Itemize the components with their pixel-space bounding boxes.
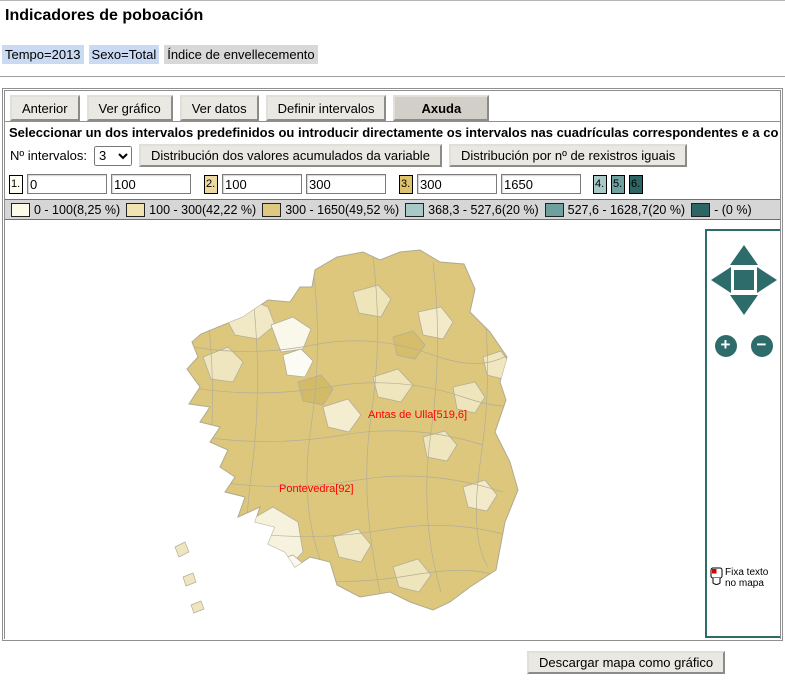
filter-indicator[interactable]: Índice de envellecemento [164, 45, 317, 64]
pan-right-icon [757, 267, 777, 293]
intervals-instruction: Seleccionar un dos intervalos predefinid… [5, 122, 780, 142]
map-label-antas-de-ulla: Antas de Ulla[519,6] [368, 409, 467, 421]
toolbar: Anterior Ver gráfico Ver datos Definir i… [5, 91, 780, 122]
legend-label-5: 527,6 - 1628,7(20 %) [568, 203, 685, 217]
intervals-controls: Nº intervalos: 3 Distribución dos valore… [5, 142, 780, 169]
ver-grafico-button[interactable]: Ver gráfico [87, 95, 173, 121]
interval-3-to-input[interactable] [501, 174, 581, 194]
legend-label-3: 300 - 1650(49,52 %) [285, 203, 399, 217]
pan-control[interactable] [709, 243, 779, 317]
mouse-icon [710, 567, 723, 586]
pan-left-icon [711, 267, 731, 293]
legend-label-2: 100 - 300(42,22 %) [149, 203, 256, 217]
interval-count-select[interactable]: 3 [94, 146, 132, 166]
interval-1-from-input[interactable] [27, 174, 107, 194]
interval-count-label: Nº intervalos: [10, 148, 87, 163]
filter-tempo[interactable]: Tempo=2013 [2, 45, 84, 64]
dist-rexistros-button[interactable]: Distribución por nº de rexistros iguais [449, 144, 687, 167]
dist-acumulados-button[interactable]: Distribución dos valores acumulados da v… [139, 144, 442, 167]
interval-2-from-input[interactable] [222, 174, 302, 194]
definir-intervalos-button[interactable]: Definir intervalos [266, 95, 387, 121]
zoom-in-button[interactable]: + [715, 335, 737, 357]
ver-datos-button[interactable]: Ver datos [180, 95, 259, 121]
interval-1-label: 1. [9, 175, 23, 194]
legend-swatch-4 [405, 203, 424, 217]
interval-2-to-input[interactable] [306, 174, 386, 194]
map-label-pontevedra: Pontevedra[92] [279, 483, 354, 495]
zoom-out-button[interactable]: − [751, 335, 773, 357]
anterior-button[interactable]: Anterior [10, 95, 80, 121]
interval-6-label: 6. [629, 175, 643, 194]
legend-swatch-3 [262, 203, 281, 217]
axuda-button[interactable]: Axuda [393, 95, 489, 121]
legend-label-1: 0 - 100(8,25 %) [34, 203, 120, 217]
horizontal-rule [0, 76, 785, 78]
page-title: Indicadores de poboación [5, 7, 203, 25]
map-area: Antas de Ulla[519,6] Pontevedra[92] + − [5, 220, 780, 640]
fix-text-line1: Fixa texto [725, 567, 768, 578]
legend-swatch-2 [126, 203, 145, 217]
intervals-inputs: 1. 2. 3. 4. 5. 6. [5, 169, 780, 199]
legend-swatch-5 [545, 203, 564, 217]
legend-label-6: - (0 %) [714, 203, 752, 217]
legend-label-4: 368,3 - 527,6(20 %) [428, 203, 539, 217]
dimension-filters: Tempo=2013 Sexo=Total Índice de envellec… [2, 45, 318, 64]
legend-swatch-6 [691, 203, 710, 217]
map-navigation-panel: + − Fixa texto no mapa [705, 229, 780, 638]
interval-3-label: 3. [399, 175, 413, 194]
interval-4-label: 4. [593, 175, 607, 194]
galicia-choropleth-map[interactable] [163, 237, 528, 629]
pan-up-icon [730, 245, 758, 265]
interval-1-to-input[interactable] [111, 174, 191, 194]
interval-5-label: 5. [611, 175, 625, 194]
main-panel: Anterior Ver gráfico Ver datos Definir i… [2, 88, 783, 641]
pan-center-icon [734, 270, 754, 290]
legend-swatch-1 [11, 203, 30, 217]
fix-text-line2: no mapa [725, 578, 764, 589]
download-map-button[interactable]: Descargar mapa como gráfico [527, 651, 725, 674]
pan-down-icon [730, 295, 758, 315]
fix-text-option[interactable]: Fixa texto no mapa [710, 567, 768, 589]
filter-sexo[interactable]: Sexo=Total [89, 45, 160, 64]
interval-3-from-input[interactable] [417, 174, 497, 194]
interval-2-label: 2. [204, 175, 218, 194]
map-legend: 0 - 100(8,25 %) 100 - 300(42,22 %) 300 -… [5, 199, 780, 220]
